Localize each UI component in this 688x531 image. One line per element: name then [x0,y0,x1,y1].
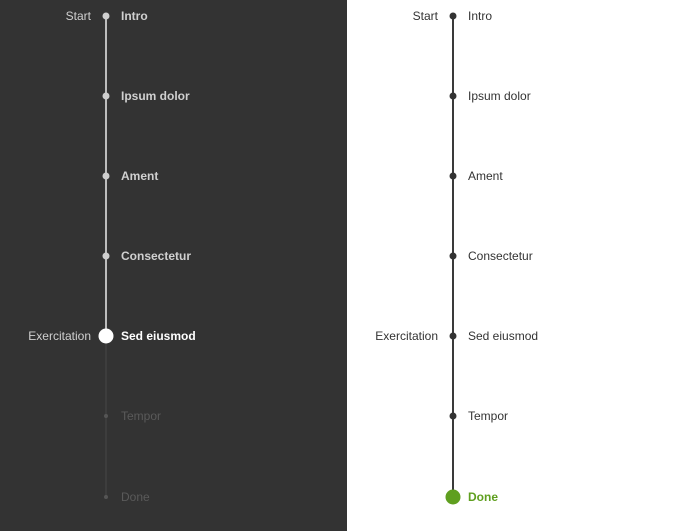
timeline-step-label: Ipsum dolor [468,89,531,103]
timeline-line-segment [105,336,107,416]
timeline-light: Intro Start Ipsum dolor Ament Consectetur Sed… [347,0,688,531]
timeline-step-label: Sed eiusmod [468,329,539,343]
timeline-side-label: Exercitation [28,329,91,343]
timeline-side-label: Start [412,9,438,23]
timeline-line-segment [105,176,107,256]
timeline-line-segment [452,336,454,416]
timeline-line-segment [105,96,107,176]
timeline-step-label: Tempor [121,409,162,423]
timeline-line-segment [452,96,454,176]
timeline-node-icon [102,92,110,100]
timeline-node-icon [104,414,108,418]
timeline-step-label: Ipsum dolor [121,89,190,103]
timeline-side-label: Exercitation [375,329,438,343]
timeline-line-segment [452,416,454,497]
timeline-side-label: Start [65,9,91,23]
timeline-node-icon [449,252,457,260]
timeline-dark: Intro Start Ipsum dolor Ament Consectetur Sed… [0,0,347,531]
timeline-node-icon [98,328,114,344]
timeline-step-label: Consectetur [468,249,533,263]
timeline-node-icon [102,252,110,260]
timeline-node-icon [449,332,457,340]
timeline-node-icon [104,495,108,499]
timeline-node-icon [449,172,457,180]
timeline-step-label: Sed eiusmod [121,329,196,343]
timeline-node-icon [449,92,457,100]
timeline-node-icon [449,12,457,20]
timeline-step-label: Ament [468,169,503,183]
timeline-step-label: Tempor [468,409,509,423]
timeline-node-icon [102,172,110,180]
timeline-step-label: Ament [121,169,159,183]
timeline-step-label: Consectetur [121,249,192,263]
timeline-step-label: Done [121,490,150,504]
timeline-line-segment [452,256,454,336]
timeline-step-label: Intro [121,9,148,23]
timeline-node-icon [449,412,457,420]
timeline-line-segment [452,16,454,96]
timeline-node-icon [102,12,110,20]
timeline-line-segment [452,176,454,256]
timeline-line-segment [105,416,107,497]
timeline-line-segment [105,256,107,336]
timeline-node-icon [445,489,461,505]
timeline-step-label: Done [468,490,498,504]
timeline-line-segment [105,16,107,96]
timeline-step-label: Intro [468,9,493,23]
